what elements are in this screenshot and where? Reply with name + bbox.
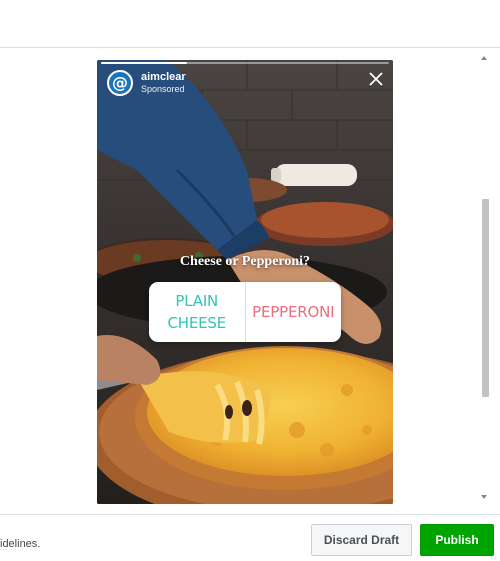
publish-button[interactable]: Publish <box>420 524 494 556</box>
header-corner-icon: ⌃ <box>483 0 494 8</box>
poll-question: Cheese or Pepperoni? <box>179 254 311 269</box>
story-account-header: @ aimclear Sponsored <box>107 70 186 96</box>
poll-options: PLAIN CHEESE PEPPERONI <box>149 282 341 342</box>
poll-sticker: Cheese or Pepperoni? PLAIN CHEESE PEPPER… <box>149 253 341 342</box>
avatar-glyph: @ <box>112 73 128 92</box>
poll-option-a-label: PLAIN CHEESE <box>167 292 226 332</box>
story-progress-fill <box>101 62 188 64</box>
story-preview: @ aimclear Sponsored Cheese or Pepperoni… <box>97 60 393 504</box>
vertical-scrollbar[interactable] <box>478 49 492 514</box>
close-icon <box>369 72 383 86</box>
scrollbar-thumb[interactable] <box>482 199 489 397</box>
sponsored-label: Sponsored <box>141 84 185 94</box>
chevron-down-icon[interactable] <box>481 495 487 499</box>
story-progress-bar <box>101 62 389 64</box>
close-button[interactable] <box>367 70 385 88</box>
account-name: aimclear <box>141 71 186 83</box>
poll-option-b-label: PEPPERONI <box>252 303 335 321</box>
poll-option-pepperoni[interactable]: PEPPERONI <box>246 282 342 342</box>
dialog-header: ⌃ <box>0 0 500 48</box>
preview-scroll-area[interactable]: @ aimclear Sponsored Cheese or Pepperoni… <box>0 49 500 514</box>
discard-draft-button[interactable]: Discard Draft <box>311 524 412 556</box>
poll-option-plain-cheese[interactable]: PLAIN CHEESE <box>149 282 246 342</box>
chevron-up-icon[interactable] <box>481 56 487 60</box>
guidelines-text: idelines. <box>0 538 41 550</box>
aimclear-logo-icon: @ <box>107 70 133 96</box>
dialog-footer: idelines. Discard Draft Publish <box>0 514 500 561</box>
